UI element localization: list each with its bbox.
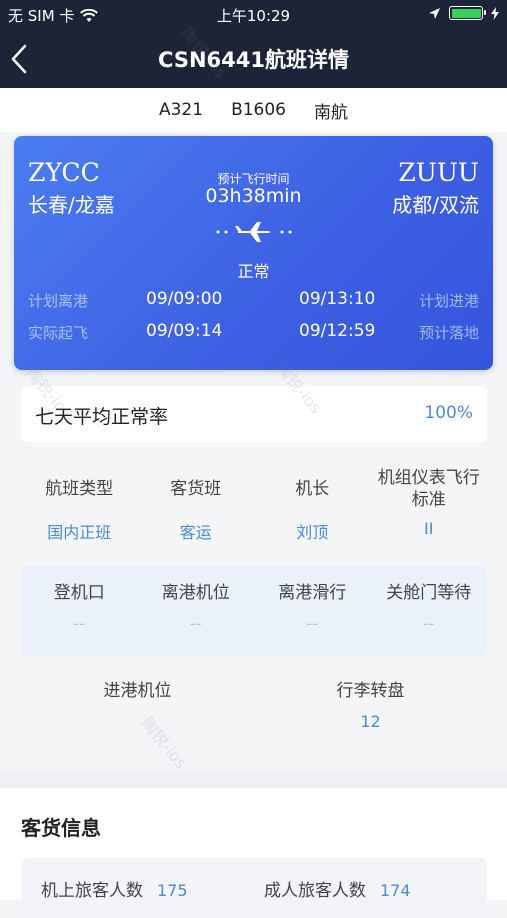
onboard-passengers: 机上旅客人数 175 (41, 876, 188, 901)
gate-cell: 登机口 -- (21, 582, 138, 656)
passenger-card: 机上旅客人数 175 成人旅客人数 174 (21, 858, 487, 918)
aircraft-registration: B1606 (231, 100, 286, 120)
planned-departure-time: 09/09:00 (146, 289, 223, 309)
page-title: CSN6441航班详情 (158, 48, 349, 72)
ifr-standard-label: 机组仪表飞行标准 (377, 468, 480, 510)
location-arrow-icon (429, 7, 440, 19)
adult-passengers-label: 成人旅客人数 (264, 881, 366, 901)
service-type-cell: 客货班 客运 (138, 466, 255, 556)
departure-stand-cell: 离港机位 -- (138, 582, 255, 656)
departure-taxi-value: -- (306, 614, 319, 633)
ifr-standard-cell: 机组仪表飞行标准 II (371, 466, 488, 556)
actual-departure-time: 09/09:14 (146, 321, 223, 341)
estimated-arrival-time: 09/12:59 (299, 321, 376, 341)
actual-departure-label: 实际起飞 (28, 324, 89, 342)
planned-departure-label: 计划离港 (28, 292, 89, 310)
aircraft-info: A321 B1606 南航 (0, 88, 507, 132)
ifr-standard-value: II (424, 519, 434, 538)
section-divider (0, 772, 507, 788)
flight-type-label: 航班类型 (45, 479, 114, 499)
baggage-carousel-value: 12 (360, 712, 381, 731)
gate-value: -- (73, 614, 86, 633)
service-type-value: 客运 (179, 523, 212, 542)
captain-label: 机长 (295, 479, 330, 499)
baggage-carousel-cell: 行李转盘 12 (254, 680, 487, 731)
charging-bolt-icon (491, 6, 499, 20)
on-time-rate-card: 七天平均正常率 100% (21, 386, 487, 442)
estimated-arrival-label: 预计落地 (418, 324, 479, 342)
gate-label: 登机口 (53, 583, 105, 603)
on-time-rate-label: 七天平均正常率 (35, 406, 169, 428)
adult-passengers-count: 174 (380, 881, 411, 900)
flight-type-value: 国内正班 (47, 523, 112, 542)
status-bar: 无 SIM 卡 上午10:29 (0, 0, 507, 30)
on-time-rate-value: 100% (424, 403, 473, 423)
airplane-icon (216, 222, 292, 242)
arrival-info-grid: 进港机位 行李转盘 12 (21, 680, 487, 731)
onboard-passengers-count: 175 (157, 881, 188, 900)
battery-icon (449, 6, 486, 20)
departure-ops-grid: 登机口 -- 离港机位 -- 离港滑行 -- 关舱门等待 -- (21, 566, 487, 656)
captain-value: 刘顶 (296, 523, 329, 542)
airline-name: 南航 (314, 102, 348, 123)
flight-info-grid: 航班类型 国内正班 客货班 客运 机长 刘顶 机组仪表飞行标准 II (21, 466, 487, 556)
flight-card: ZYCC 长春/龙嘉 ZUUU 成都/双流 预计飞行时间 03h38min 正常… (14, 136, 493, 370)
door-close-wait-cell: 关舱门等待 -- (371, 582, 488, 656)
flight-duration: 03h38min (205, 185, 302, 207)
battery-level (451, 8, 481, 18)
adult-passengers: 成人旅客人数 174 (264, 876, 411, 901)
aircraft-model: A321 (158, 100, 204, 120)
flight-status: 正常 (237, 262, 270, 281)
baggage-carousel-label: 行李转盘 (336, 681, 405, 701)
door-close-wait-value: -- (422, 614, 435, 633)
cargo-section: 客货信息 机上旅客人数 175 成人旅客人数 174 (0, 788, 507, 918)
flight-type-cell: 航班类型 国内正班 (21, 466, 138, 556)
service-type-label: 客货班 (170, 479, 222, 499)
departure-stand-label: 离港机位 (161, 583, 230, 603)
planned-arrival-time: 09/13:10 (299, 289, 376, 309)
door-close-wait-label: 关舱门等待 (386, 583, 472, 603)
captain-cell: 机长 刘顶 (254, 466, 371, 556)
arrival-stand-label: 进港机位 (103, 681, 172, 701)
departure-stand-value: -- (189, 614, 202, 633)
nav-bar: CSN6441航班详情 (0, 30, 507, 88)
planned-arrival-label: 计划进港 (418, 292, 479, 310)
arrival-stand-cell: 进港机位 (21, 680, 254, 731)
departure-taxi-cell: 离港滑行 -- (254, 582, 371, 656)
status-right (428, 6, 499, 20)
departure-taxi-label: 离港滑行 (278, 583, 347, 603)
cargo-section-title: 客货信息 (21, 816, 101, 840)
onboard-passengers-label: 机上旅客人数 (41, 881, 143, 901)
